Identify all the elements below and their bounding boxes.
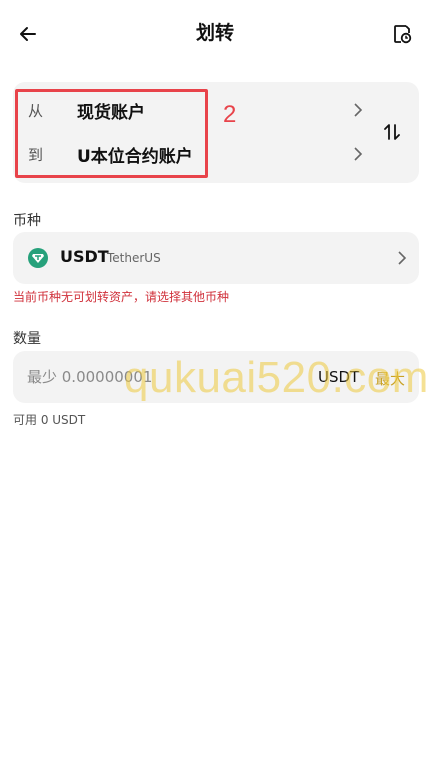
coin-selector[interactable]: USDT TetherUS [13,232,419,284]
from-account-selector[interactable]: 从 现货账户 [13,89,373,133]
history-button[interactable] [388,20,416,48]
amount-section-label: 数量 [13,331,41,347]
tether-icon [28,248,48,268]
history-icon [394,25,412,44]
chevron-right-icon [398,251,407,265]
chevron-right-icon [354,103,363,117]
page-title: 划转 [195,22,234,44]
swap-accounts-button[interactable] [378,118,406,146]
coin-section-label: 币种 [13,213,41,229]
amount-unit: USDT [318,368,360,386]
amount-input[interactable] [27,365,307,389]
max-button[interactable]: 最大 [375,368,405,389]
from-account-name: 现货账户 [77,103,145,123]
to-account-name: U本位合约账户 [77,147,193,167]
available-balance: 可用 0 USDT [13,413,86,427]
header: 划转 [0,0,430,66]
annotation-number: 2 [223,101,237,128]
amount-field-container: USDT 最大 [13,351,419,403]
coin-warning-text: 当前币种无可划转资产，请选择其他币种 [13,290,230,304]
to-account-selector[interactable]: 到 U本位合约账户 [13,133,373,177]
coin-full-name: TetherUS [107,251,161,265]
swap-vertical-icon [384,124,400,140]
from-label: 从 [28,102,44,120]
chevron-right-icon [354,147,363,161]
to-label: 到 [28,146,44,164]
transfer-page: 划转 从 现货账户 到 U本位合约账户 2 币种 USDT TetherUS 当… [0,0,430,759]
coin-symbol: USDT [60,247,109,266]
